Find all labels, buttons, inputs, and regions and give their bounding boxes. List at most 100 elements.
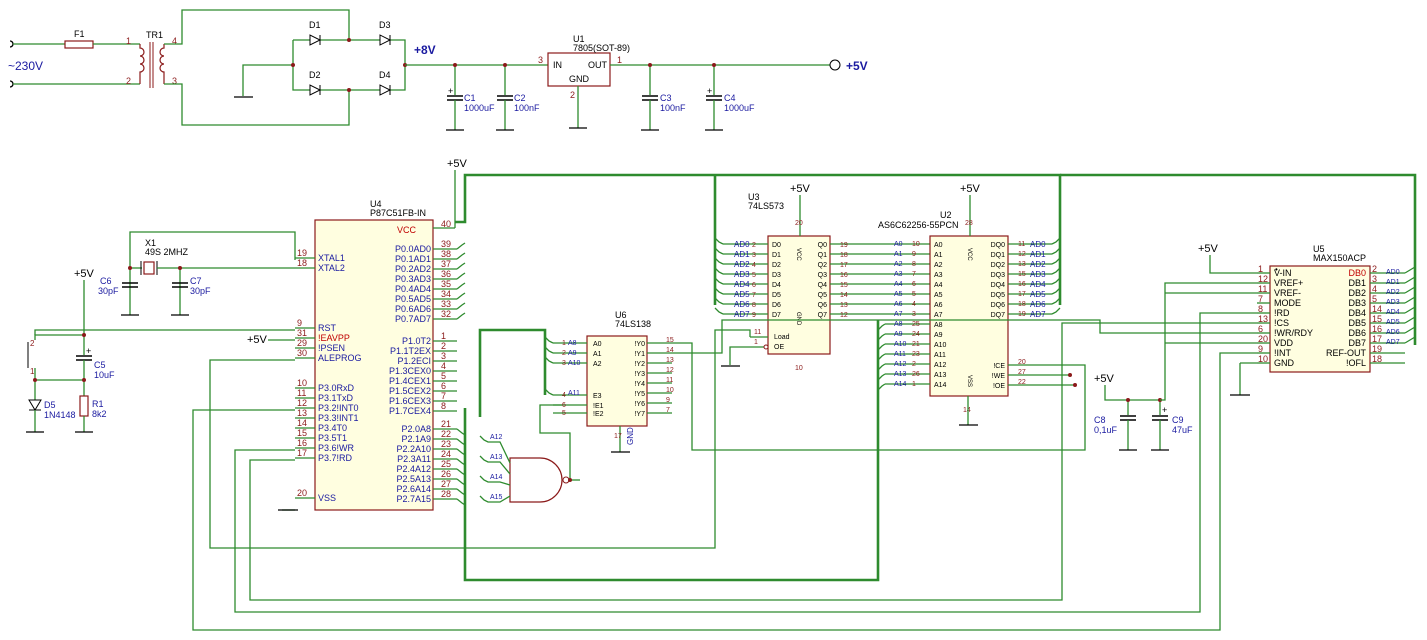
mcu-pin-number: 38: [441, 249, 451, 259]
rail-5v: +5V: [846, 59, 868, 73]
sram-net: A11: [894, 351, 906, 358]
latch-pin-number: 19: [840, 242, 848, 249]
svg-text:74LS573: 74LS573: [748, 201, 784, 211]
adc-pin-number: 15: [1372, 314, 1382, 324]
decoder-pin-name: !Y2: [634, 361, 645, 368]
decoder-net: A8: [568, 340, 577, 347]
svg-text:OE: OE: [774, 344, 784, 351]
adc-u5: U5 MAX150ACP • +5V V-IN1VREF+12VREF-11MO…: [1094, 243, 1416, 451]
svg-text:U2: U2: [940, 210, 952, 220]
mcu-pin-name: P0.0AD0: [395, 244, 431, 254]
decoder-pin-name: !Y1: [634, 351, 645, 358]
svg-text:D2: D2: [309, 70, 321, 80]
decoder-pin-name: !E2: [593, 411, 604, 418]
mcu-pin-name: P0.3AD3: [395, 274, 431, 284]
decoder-pin-name: !Y3: [634, 371, 645, 378]
decoder-pin-name: A0: [593, 341, 602, 348]
mcu-pin-number: 7: [441, 391, 446, 401]
mcu-pin-number: 4: [441, 361, 446, 371]
mcu-pin-name: P3.7!RD: [318, 453, 353, 463]
mcu-pin-number: 29: [297, 338, 307, 348]
decoder-pin-name: !Y6: [634, 401, 645, 408]
latch-pin-name: Q1: [818, 252, 827, 259]
sram-pin-name: A8: [934, 322, 943, 329]
adc-pin-name: DB5: [1348, 318, 1366, 328]
sram-pin-name: A9: [934, 332, 943, 339]
transformer: TR1 1 2 4 3: [126, 30, 177, 88]
mcu-pin-name: XTAL1: [318, 253, 345, 263]
mcu-pin-number: 10: [297, 378, 307, 388]
sram-pin-number: 16: [1018, 281, 1026, 288]
mcu-pin-number: 6: [441, 381, 446, 391]
sram-pin-name: !OE: [993, 383, 1005, 390]
sram-pin-name: DQ3: [991, 272, 1006, 279]
decoder-pin-name: A2: [593, 361, 602, 368]
svg-text:D3: D3: [379, 20, 391, 30]
adc-pin-number: 4: [1372, 284, 1377, 294]
mcu-pin-name: P3.3!INT1: [318, 413, 359, 423]
mcu-pin-number: 3: [441, 351, 446, 361]
adc-net: AD6: [1386, 329, 1400, 336]
decoder-pin-number: 4: [562, 392, 566, 399]
svg-text:7805(SOT-89): 7805(SOT-89): [573, 43, 630, 53]
sram-net: A3: [894, 271, 903, 278]
mcu-pin-number: 33: [441, 299, 451, 309]
mcu-pin-number: 17: [297, 448, 307, 458]
latch-pin-number: 3: [752, 252, 756, 259]
adc-net: AD3: [1386, 299, 1400, 306]
rail-8v: +8V: [414, 43, 436, 57]
mcu-pin-number: 14: [297, 418, 307, 428]
mcu-pin-name: ALEPROG: [318, 353, 362, 363]
mcu-pin-number: 39: [441, 239, 451, 249]
latch-pin-number: 15: [840, 282, 848, 289]
mcu-pin-name: !PSEN: [318, 343, 345, 353]
mcu-value: P87C51FB-IN: [370, 208, 426, 218]
sram-pin-number: 7: [912, 271, 916, 278]
cap-c4: + C4 1000uF: [705, 65, 755, 131]
svg-text:AS6C62256-55PCN: AS6C62256-55PCN: [878, 220, 959, 230]
mcu-pin-name: !EAVPP: [318, 333, 350, 343]
sram-pin-name: DQ0: [991, 242, 1006, 249]
mcu-pin-number: 1: [441, 331, 446, 341]
svg-text:1: 1: [754, 339, 758, 346]
latch-pin-number: 4: [752, 262, 756, 269]
mcu-pin-name: P0.1AD1: [395, 254, 431, 264]
latch-pin-number: 9: [752, 312, 756, 319]
latch-pin-name: D2: [772, 262, 781, 269]
sram-pin-number: 25: [912, 321, 920, 328]
sram-pin-number: 26: [912, 371, 920, 378]
mcu-pin-name: P2.0A8: [401, 424, 431, 434]
nand-net: A15: [490, 494, 503, 501]
mcu-pin-number: 20: [297, 488, 307, 498]
svg-text:Load: Load: [774, 334, 790, 341]
svg-text:1N4148: 1N4148: [44, 410, 76, 420]
latch-pin-name: D6: [772, 302, 781, 309]
svg-text:49S 2MHZ: 49S 2MHZ: [145, 247, 189, 257]
sram-net: AD6: [1030, 300, 1046, 309]
latch-pin-name: Q2: [818, 262, 827, 269]
adc-pin-number: 8: [1258, 304, 1263, 314]
adc-pin-number: 12: [1258, 274, 1268, 284]
sram-net: A8: [894, 321, 903, 328]
mcu-u4: U4 P87C51FB-IN +5V VCC 40 XTAL119XTAL218…: [295, 158, 468, 511]
svg-text:1: 1: [617, 55, 622, 65]
nand-net: A12: [490, 434, 503, 441]
decoder-pin-name: E3: [593, 393, 602, 400]
mcu-pin-name: P2.4A12: [396, 464, 431, 474]
decoder-net: A9: [568, 350, 577, 357]
sram-net: A5: [894, 291, 903, 298]
sram-pin-number: 12: [1018, 251, 1026, 258]
mcu-pin-name: P3.6!WR: [318, 443, 355, 453]
sram-pin-number: 13: [1018, 261, 1026, 268]
svg-text:100nF: 100nF: [514, 103, 540, 113]
decoder-pin-number: 9: [666, 397, 670, 404]
crystal-x1: X1 49S 2MHZ C6 30pF C7 30pF: [98, 231, 296, 316]
cap-c2: C2 100nF: [496, 65, 540, 131]
decoder-pin-number: 6: [562, 402, 566, 409]
svg-text:0,1uF: 0,1uF: [1094, 425, 1118, 435]
sram-pin-number: 11: [1018, 241, 1025, 248]
svg-text:1: 1: [30, 367, 35, 376]
regulator-u1: U1 7805(SOT-89) IN OUT GND 3 1 2: [538, 34, 630, 129]
diode-d4: D4: [379, 70, 392, 96]
sram-pin-number: 18: [1018, 301, 1026, 308]
